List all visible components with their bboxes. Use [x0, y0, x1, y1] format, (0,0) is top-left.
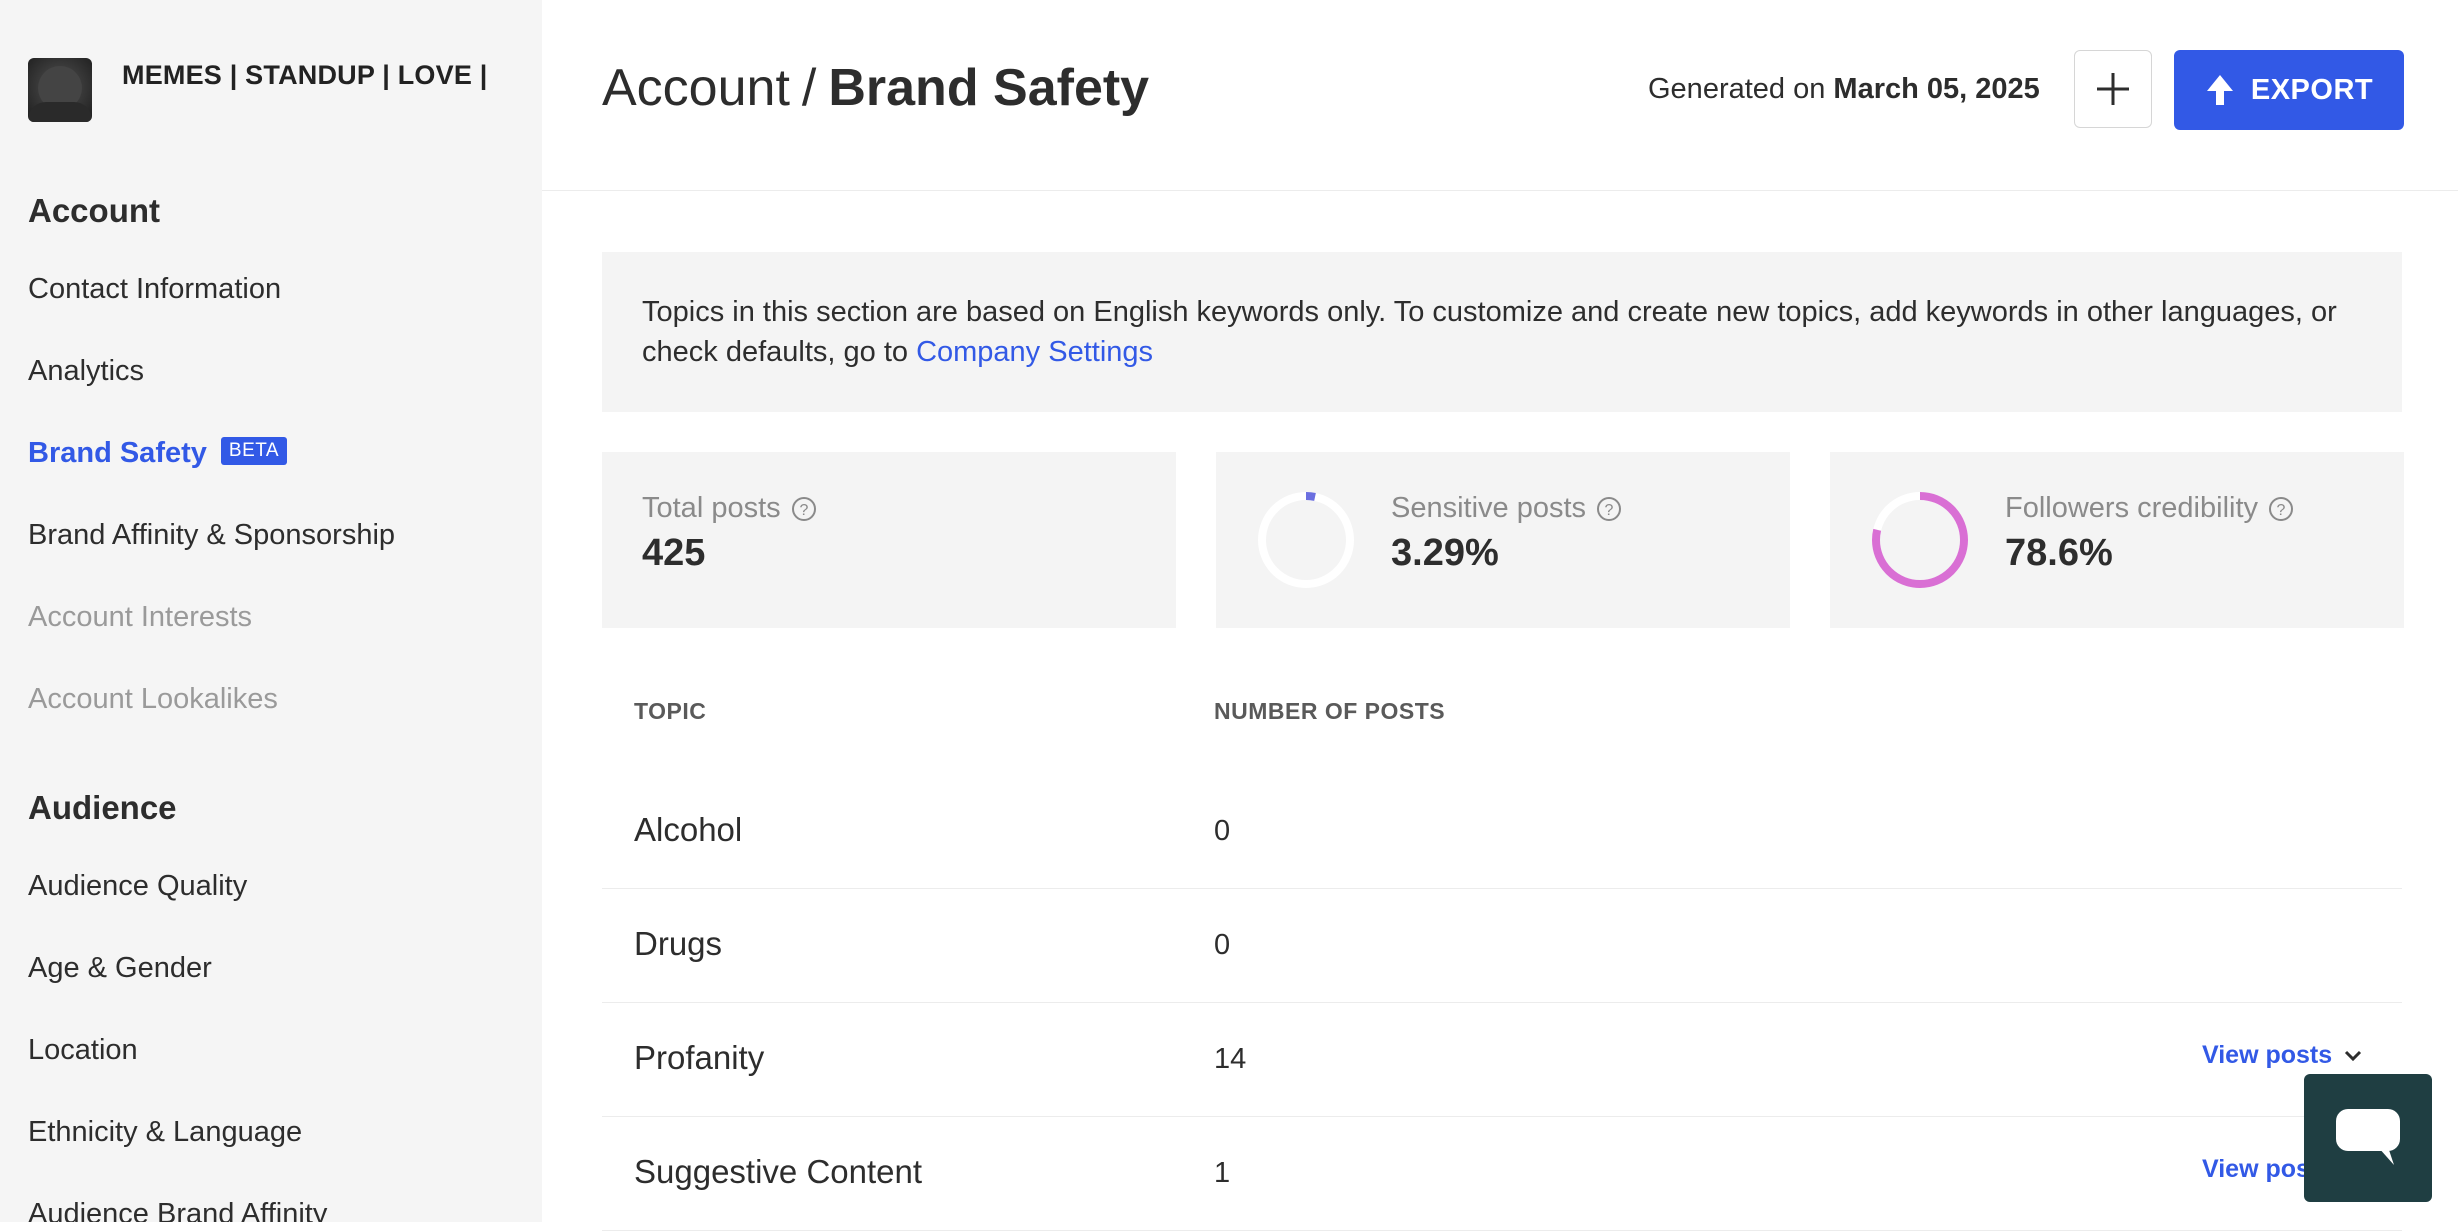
table-row: Alcohol 0: [602, 775, 2402, 889]
generated-date: Generated on March 05, 2025: [1648, 73, 2040, 106]
notice-text: Topics in this section are based on Engl…: [642, 296, 2337, 368]
plus-icon: [2097, 73, 2129, 105]
generated-prefix: Generated on: [1648, 73, 1826, 105]
svg-text:?: ?: [1605, 502, 1614, 519]
chevron-down-icon: [2345, 1050, 2362, 1061]
stat-label: Followers credibility ?: [2005, 492, 2294, 525]
chat-button[interactable]: [2304, 1074, 2432, 1202]
stat-label-text: Total posts: [642, 492, 781, 524]
table-row: Suggestive Content 1 View pos: [602, 1117, 2402, 1231]
arrow-up-icon: [2206, 75, 2233, 105]
add-button[interactable]: [2074, 50, 2152, 128]
page-header: Account / Brand Safety Generated on March …: [542, 0, 2458, 191]
stat-card-total-posts: Total posts ? 425: [602, 452, 1176, 628]
stat-value: 78.6%: [2005, 532, 2113, 574]
followers-credibility-donut: [1872, 492, 1968, 588]
topic-name: Drugs: [634, 925, 723, 962]
breadcrumb-parent[interactable]: Account: [602, 59, 790, 117]
view-posts-button[interactable]: View posts: [2202, 1041, 2362, 1070]
stat-label: Sensitive posts ?: [1391, 492, 1622, 525]
sidebar-item-age-gender[interactable]: Age & Gender: [28, 952, 212, 985]
post-count: 0: [1214, 815, 1231, 847]
column-header-topic: TOPIC: [634, 698, 707, 724]
sidebar-item-audience-brand-affinity[interactable]: Audience Brand Affinity: [28, 1198, 327, 1222]
post-count: 0: [1214, 929, 1231, 961]
avatar: [28, 58, 92, 122]
profile[interactable]: MEMES | STANDUP | LOVE |: [28, 58, 488, 122]
section-heading-account: Account: [28, 192, 160, 229]
post-count: 14: [1214, 1043, 1247, 1075]
breadcrumb-current: Brand Safety: [828, 59, 1150, 117]
sidebar: MEMES | STANDUP | LOVE | Account Contact…: [0, 0, 542, 1222]
sidebar-item-brand-affinity[interactable]: Brand Affinity & Sponsorship: [28, 519, 395, 552]
sidebar-item-label: Brand Safety: [28, 437, 207, 469]
stat-value: 3.29%: [1391, 532, 1499, 574]
view-posts-button[interactable]: View pos: [2202, 1155, 2310, 1184]
beta-badge: BETA: [220, 437, 288, 466]
sensitive-posts-donut: [1258, 492, 1354, 588]
sidebar-item-location[interactable]: Location: [28, 1034, 138, 1067]
topic-name: Suggestive Content: [634, 1153, 923, 1190]
info-notice: Topics in this section are based on Engl…: [602, 252, 2402, 412]
sidebar-item-analytics[interactable]: Analytics: [28, 355, 144, 388]
company-settings-link[interactable]: Company Settings: [916, 336, 1153, 368]
profile-name: MEMES | STANDUP | LOVE |: [122, 60, 488, 90]
svg-text:?: ?: [799, 502, 808, 519]
sidebar-item-ethnicity-language[interactable]: Ethnicity & Language: [28, 1116, 302, 1149]
sidebar-item-contact-information[interactable]: Contact Information: [28, 273, 281, 306]
help-icon[interactable]: ?: [791, 496, 817, 522]
generated-date-value: March 05, 2025: [1833, 73, 2040, 105]
stat-label: Total posts ?: [642, 492, 817, 525]
table-row: Drugs 0: [602, 889, 2402, 1003]
page-title: Account / Brand Safety: [602, 58, 1149, 118]
view-posts-label: View pos: [2202, 1155, 2310, 1183]
column-header-number-of-posts: NUMBER OF POSTS: [1214, 698, 1446, 724]
section-heading-audience: Audience: [28, 789, 177, 826]
post-count: 1: [1214, 1157, 1231, 1189]
stat-value: 425: [642, 532, 706, 574]
stat-label-text: Followers credibility: [2005, 492, 2259, 524]
topic-name: Profanity: [634, 1039, 765, 1076]
help-icon[interactable]: ?: [1596, 496, 1622, 522]
stat-card-sensitive-posts: Sensitive posts ? 3.29%: [1216, 452, 1790, 628]
view-posts-label: View posts: [2202, 1041, 2333, 1069]
sidebar-item-account-lookalikes[interactable]: Account Lookalikes: [28, 683, 278, 716]
sidebar-item-account-interests[interactable]: Account Interests: [28, 601, 252, 634]
export-label: EXPORT: [2250, 73, 2374, 106]
svg-text:?: ?: [2277, 502, 2286, 519]
export-button[interactable]: EXPORT: [2174, 50, 2404, 130]
topic-name: Alcohol: [634, 811, 743, 848]
chat-bubble-icon: [2336, 1109, 2400, 1165]
sidebar-item-audience-quality[interactable]: Audience Quality: [28, 870, 247, 903]
breadcrumb-separator: /: [801, 59, 817, 117]
stat-label-text: Sensitive posts: [1391, 492, 1587, 524]
stat-card-followers-credibility: Followers credibility ? 78.6%: [1830, 452, 2404, 628]
table-row: Profanity 14 View posts: [602, 1003, 2402, 1117]
sidebar-item-brand-safety[interactable]: Brand Safety BETA: [28, 437, 288, 470]
help-icon[interactable]: ?: [2268, 496, 2294, 522]
